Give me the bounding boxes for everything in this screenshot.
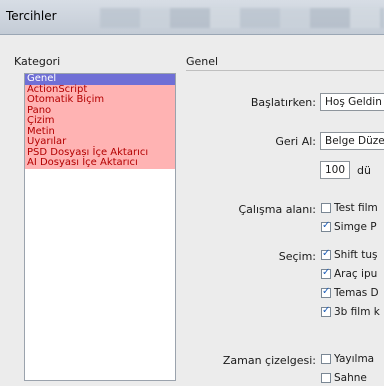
checkbox-checked-icon[interactable] xyxy=(321,220,331,232)
title-bar: Tercihler xyxy=(0,0,384,35)
section-heading: Genel xyxy=(186,55,219,68)
title-bar-tabs-blurred xyxy=(100,8,384,28)
checkbox-checked-icon[interactable] xyxy=(321,286,331,298)
selection-option-shift[interactable]: Shift tuş xyxy=(321,248,377,263)
checkbox-checked-icon[interactable] xyxy=(321,267,331,279)
category-heading: Kategori xyxy=(14,55,61,68)
checkbox-icon[interactable] xyxy=(321,373,331,383)
workspace-option-simge[interactable]: Simge P xyxy=(321,220,377,235)
checkbox-icon[interactable] xyxy=(321,354,331,364)
category-list[interactable]: Genel ActionScript Otomatik Biçim Pano Ç… xyxy=(24,73,176,381)
timeline-option-scene[interactable]: Sahne xyxy=(321,372,367,386)
undo-levels-input[interactable]: 100 xyxy=(320,161,350,179)
undo-levels-suffix: dü xyxy=(357,164,371,177)
checkbox-checked-icon[interactable] xyxy=(321,305,331,317)
selection-option-3d-film[interactable]: 3b film k xyxy=(321,305,380,320)
startup-label: Başlatırken: xyxy=(250,96,316,109)
workspace-label: Çalışma alanı: xyxy=(238,203,317,216)
timeline-label: Zaman çizelgesi: xyxy=(222,354,316,367)
timeline-option-span[interactable]: Yayılma xyxy=(321,353,374,367)
category-item-genel[interactable]: Genel xyxy=(25,73,175,85)
category-item-ai-import[interactable]: AI Dosyası İçe Aktarıcı xyxy=(25,157,175,169)
undo-select[interactable]: Belge Düze xyxy=(320,132,384,150)
workspace-option-test-film[interactable]: Test film xyxy=(321,202,378,216)
section-divider xyxy=(186,70,384,71)
window-title: Tercihler xyxy=(6,9,57,23)
checkbox-icon[interactable] xyxy=(321,203,331,213)
category-item-otomatik-bicim[interactable]: Otomatik Biçim xyxy=(25,94,175,106)
startup-select[interactable]: Hoş Geldin xyxy=(320,93,384,111)
selection-option-contact[interactable]: Temas D xyxy=(321,286,379,301)
undo-label: Geri Al: xyxy=(275,135,316,148)
category-item-cizim[interactable]: Çizim xyxy=(25,115,175,127)
checkbox-checked-icon[interactable] xyxy=(321,248,331,260)
selection-label: Seçim: xyxy=(278,250,316,263)
selection-option-tooltips[interactable]: Araç ipu xyxy=(321,267,377,282)
category-item-uyarilar[interactable]: Uyarılar xyxy=(25,136,175,148)
